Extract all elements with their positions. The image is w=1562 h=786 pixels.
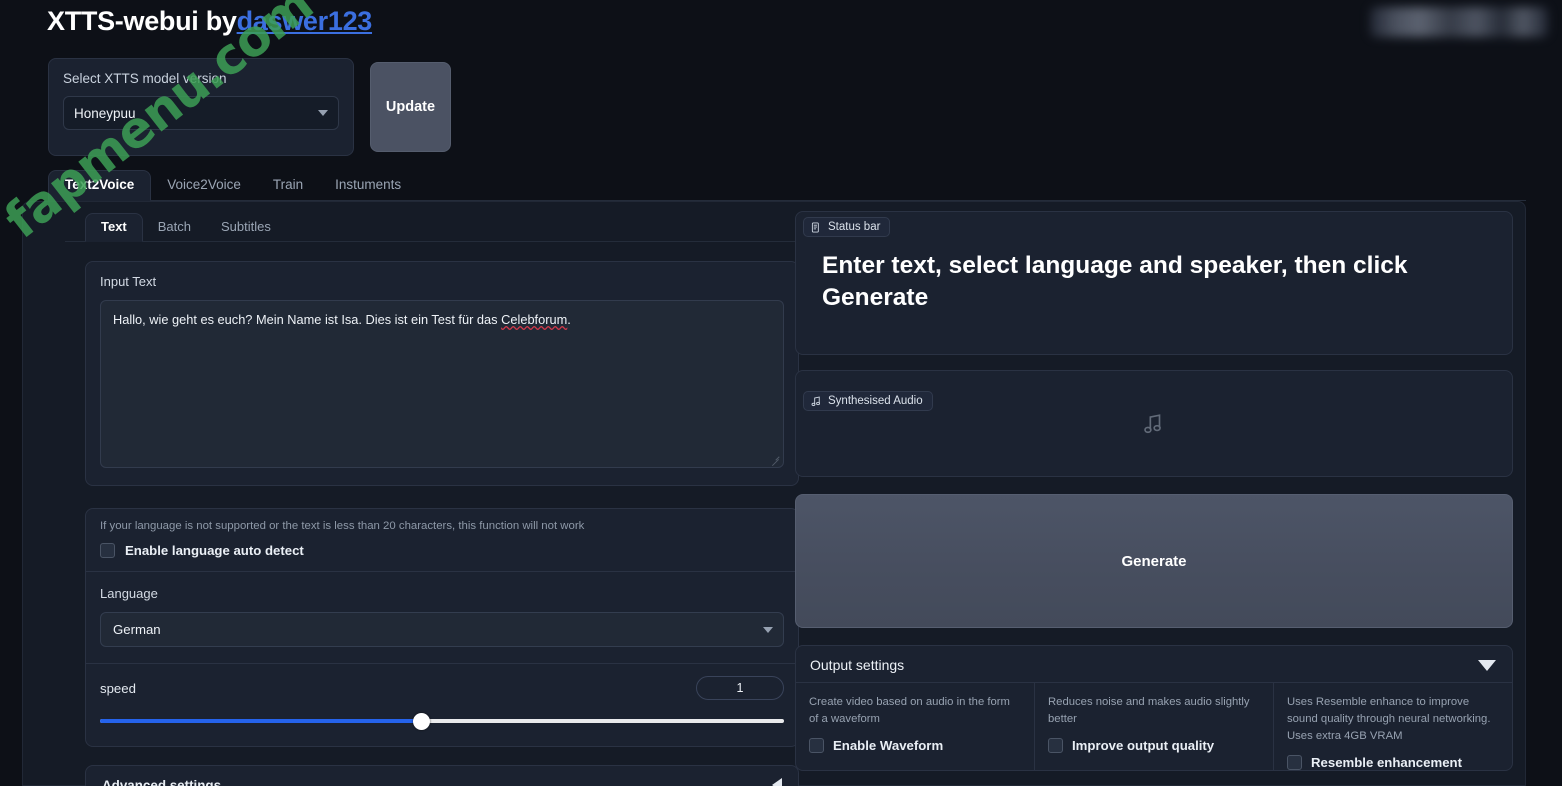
input-text-label: Input Text [100,274,157,289]
page-title-text: XTTS-webui by [47,6,237,36]
input-textarea[interactable]: Hallo, wie geht es euch? Mein Name ist I… [100,300,784,468]
music-note-icon [1144,413,1161,433]
language-hint: If your language is not supported or the… [100,520,585,532]
output-setting-resemble: Uses Resemble enhance to improve sound q… [1274,683,1512,770]
output-settings-title: Output settings [810,657,905,673]
model-version-value: Honeypuu [74,105,136,121]
speed-slider[interactable] [100,713,784,730]
output-setting-quality: Reduces noise and makes audio slightly b… [1035,683,1274,770]
speed-number-input[interactable]: 1 [696,676,784,700]
output-setting-description: Uses Resemble enhance to improve sound q… [1287,696,1491,742]
content-card: Text Batch Subtitles Input Text Hallo, w… [22,201,1526,786]
resemble-enhancement-label: Resemble enhancement [1311,754,1462,770]
enable-waveform-checkbox[interactable] [809,737,824,753]
synthesised-audio-tag-label: Synthesised Audio [828,395,923,407]
advanced-settings-accordion[interactable]: Advanced settings [85,765,799,786]
generate-button[interactable]: Generate [795,494,1513,628]
status-message: Enter text, select language and speaker,… [822,252,1408,312]
speed-slider-thumb[interactable] [413,713,431,730]
right-column: Status bar Enter text, select language a… [795,211,1513,771]
output-settings-panel: Output settings Create video based on au… [795,645,1513,771]
language-value: German [113,622,161,637]
sub-tab-bar: Text Batch Subtitles [65,211,805,242]
language-dropdown[interactable]: German [100,612,784,647]
textarea-resize-handle[interactable] [770,455,780,465]
auto-detect-label: Enable language auto detect [125,543,304,558]
subtab-batch[interactable]: Batch [143,214,206,241]
output-setting-waveform: Create video based on audio in the form … [796,683,1035,770]
input-text-value: Hallo, wie geht es euch? Mein Name ist I… [113,312,502,327]
tab-text2voice[interactable]: Text2Voice [48,170,152,201]
speed-section: speed 1 [86,664,798,746]
language-select-section: Language German [86,572,798,663]
enable-waveform-checkbox-row[interactable]: Enable Waveform [809,737,1021,753]
update-button[interactable]: Update [370,62,451,152]
chevron-down-icon [318,110,328,116]
blurred-top-right-widget[interactable] [1370,7,1548,37]
improve-quality-label: Improve output quality [1072,737,1215,753]
enable-waveform-label: Enable Waveform [833,737,944,753]
left-column: Text Batch Subtitles Input Text Hallo, w… [65,211,805,786]
app-root: XTTS-webui bydaswer123 Select XTTS model… [0,0,1562,786]
resemble-enhancement-checkbox-row[interactable]: Resemble enhancement [1287,754,1499,770]
music-note-icon [811,396,820,406]
improve-quality-checkbox[interactable] [1048,737,1063,753]
output-setting-description: Reduces noise and makes audio slightly b… [1048,696,1250,725]
input-text-tail: . [567,312,571,327]
model-version-dropdown[interactable]: Honeypuu [63,96,339,130]
auto-detect-checkbox[interactable] [100,543,115,558]
improve-quality-checkbox-row[interactable]: Improve output quality [1048,737,1260,753]
tab-train[interactable]: Train [257,171,319,200]
input-text-panel: Input Text Hallo, wie geht es euch? Mein… [85,261,799,486]
status-bar-panel: Enter text, select language and speaker,… [795,211,1513,355]
status-bar-tag-label: Status bar [828,221,881,233]
synthesised-audio-tag: Synthesised Audio [803,391,933,411]
status-bar-tag: Status bar [803,217,891,237]
author-link[interactable]: daswer123 [237,6,373,36]
tab-voice2voice[interactable]: Voice2Voice [151,171,257,200]
chevron-down-icon[interactable] [1478,659,1496,671]
input-text-misspelled: Celebforum [501,312,568,327]
output-settings-columns: Create video based on audio in the form … [796,682,1512,770]
chevron-left-icon [772,778,782,786]
speed-slider-fill [100,719,422,723]
main-tab-bar: Text2Voice Voice2Voice Train Instuments [48,168,1526,201]
auto-detect-checkbox-row[interactable]: Enable language auto detect [86,532,798,571]
model-version-label: Select XTTS model version [63,71,227,86]
advanced-settings-label: Advanced settings [102,777,222,786]
chevron-down-icon [763,626,773,633]
output-settings-header[interactable]: Output settings [796,646,1512,682]
subtab-subtitles[interactable]: Subtitles [206,214,286,241]
speed-label: speed [100,680,136,696]
page-title: XTTS-webui bydaswer123 [47,6,372,37]
synthesised-audio-wrapper: Synthesised Audio [795,370,1513,477]
speed-header: speed 1 [100,676,784,700]
model-version-box: Select XTTS model version Honeypuu [48,58,354,156]
tab-instuments[interactable]: Instuments [319,171,417,200]
subtab-text[interactable]: Text [85,213,143,242]
language-panel: If your language is not supported or the… [85,508,799,747]
document-icon [811,221,819,233]
language-label: Language [100,586,158,601]
resemble-enhancement-checkbox[interactable] [1287,754,1302,770]
synthesised-audio-panel [795,370,1513,477]
status-bar-wrapper: Status bar Enter text, select language a… [795,211,1513,355]
output-setting-description: Create video based on audio in the form … [809,696,1010,725]
